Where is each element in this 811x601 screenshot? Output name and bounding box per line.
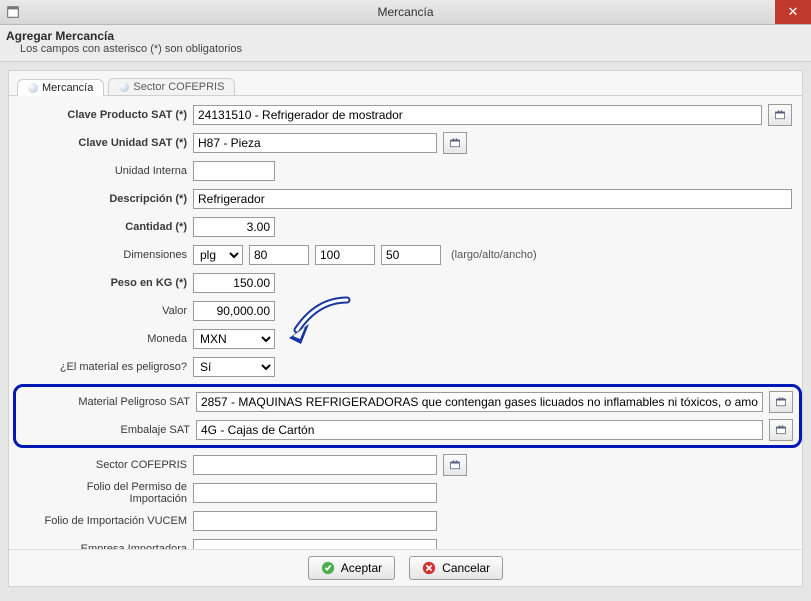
page-header: Agregar Mercancía Los campos con asteris… (0, 25, 811, 62)
clave-unidad-picker-button[interactable] (443, 132, 467, 154)
cantidad-input[interactable] (193, 217, 275, 237)
material-peligroso-picker-button[interactable] (769, 391, 793, 413)
content-panel: Mercancía Sector COFEPRIS Clave Producto… (8, 70, 803, 587)
picker-icon (775, 396, 787, 408)
check-circle-icon (321, 561, 335, 575)
tab-dot-icon (28, 83, 38, 93)
picker-icon (775, 424, 787, 436)
dialog-footer: Aceptar Cancelar (9, 549, 802, 586)
tab-body: Clave Producto SAT (*) Clave Unidad SAT … (9, 96, 802, 549)
moneda-select[interactable]: MXN (193, 329, 275, 349)
folio-vucem-input[interactable] (193, 511, 437, 531)
label-material-peligroso-q: ¿El material es peligroso? (35, 361, 193, 373)
tab-label: Sector COFEPRIS (133, 81, 224, 93)
label-empresa-importadora: Empresa Importadora (35, 543, 193, 549)
label-dimensiones: Dimensiones (35, 249, 193, 261)
cancel-circle-icon (422, 561, 436, 575)
dimensiones-alto-input[interactable] (315, 245, 375, 265)
unidad-interna-input[interactable] (193, 161, 275, 181)
material-peligroso-select[interactable]: Sí (193, 357, 275, 377)
label-embalaje-sat: Embalaje SAT (22, 424, 196, 436)
material-peligroso-sat-input[interactable] (196, 392, 763, 412)
app-icon (6, 5, 20, 19)
picker-icon (449, 459, 461, 471)
dimensiones-ancho-input[interactable] (381, 245, 441, 265)
valor-input[interactable] (193, 301, 275, 321)
dimensiones-unit-select[interactable]: plg (193, 245, 243, 265)
page-subtitle: Los campos con asterisco (*) son obligat… (20, 43, 801, 55)
close-icon: ✕ (788, 4, 799, 20)
label-moneda: Moneda (35, 333, 193, 345)
title-bar: Mercancía ✕ (0, 0, 811, 25)
label-valor: Valor (35, 305, 193, 317)
page-title: Agregar Mercancía (6, 29, 801, 43)
label-folio-vucem: Folio de Importación VUCEM (35, 515, 193, 527)
clave-unidad-input[interactable] (193, 133, 437, 153)
label-unidad-interna: Unidad Interna (35, 165, 193, 177)
material-peligroso-highlight-group: Material Peligroso SAT Embalaje SAT (13, 384, 802, 448)
empresa-importadora-input[interactable] (193, 539, 437, 549)
picker-icon (449, 137, 461, 149)
label-sector-cofepris: Sector COFEPRIS (35, 459, 193, 471)
peso-input[interactable] (193, 273, 275, 293)
tab-strip: Mercancía Sector COFEPRIS (9, 71, 802, 96)
embalaje-sat-input[interactable] (196, 420, 763, 440)
label-clave-producto: Clave Producto SAT (*) (35, 109, 193, 121)
tab-mercancia[interactable]: Mercancía (17, 79, 104, 96)
tab-label: Mercancía (42, 82, 93, 94)
button-label: Cancelar (442, 561, 490, 575)
label-descripcion: Descripción (*) (35, 193, 193, 205)
clave-producto-picker-button[interactable] (768, 104, 792, 126)
close-button[interactable]: ✕ (775, 0, 811, 24)
aceptar-button[interactable]: Aceptar (308, 556, 395, 580)
clave-producto-input[interactable] (193, 105, 762, 125)
label-cantidad: Cantidad (*) (35, 221, 193, 233)
label-clave-unidad: Clave Unidad SAT (*) (35, 137, 193, 149)
folio-permiso-input[interactable] (193, 483, 437, 503)
picker-icon (774, 109, 786, 121)
cancelar-button[interactable]: Cancelar (409, 556, 503, 580)
label-peso: Peso en KG (*) (35, 277, 193, 289)
dimensiones-largo-input[interactable] (249, 245, 309, 265)
embalaje-picker-button[interactable] (769, 419, 793, 441)
sector-cofepris-picker-button[interactable] (443, 454, 467, 476)
tab-dot-icon (119, 82, 129, 92)
label-folio-permiso: Folio del Permiso de Importación (35, 481, 193, 505)
descripcion-input[interactable] (193, 189, 792, 209)
button-label: Aceptar (341, 561, 382, 575)
dimensiones-hint: (largo/alto/ancho) (451, 249, 537, 261)
label-material-peligroso-sat: Material Peligroso SAT (22, 396, 196, 408)
window-title: Mercancía (0, 5, 811, 19)
sector-cofepris-input[interactable] (193, 455, 437, 475)
tab-sector-cofepris[interactable]: Sector COFEPRIS (108, 78, 235, 95)
